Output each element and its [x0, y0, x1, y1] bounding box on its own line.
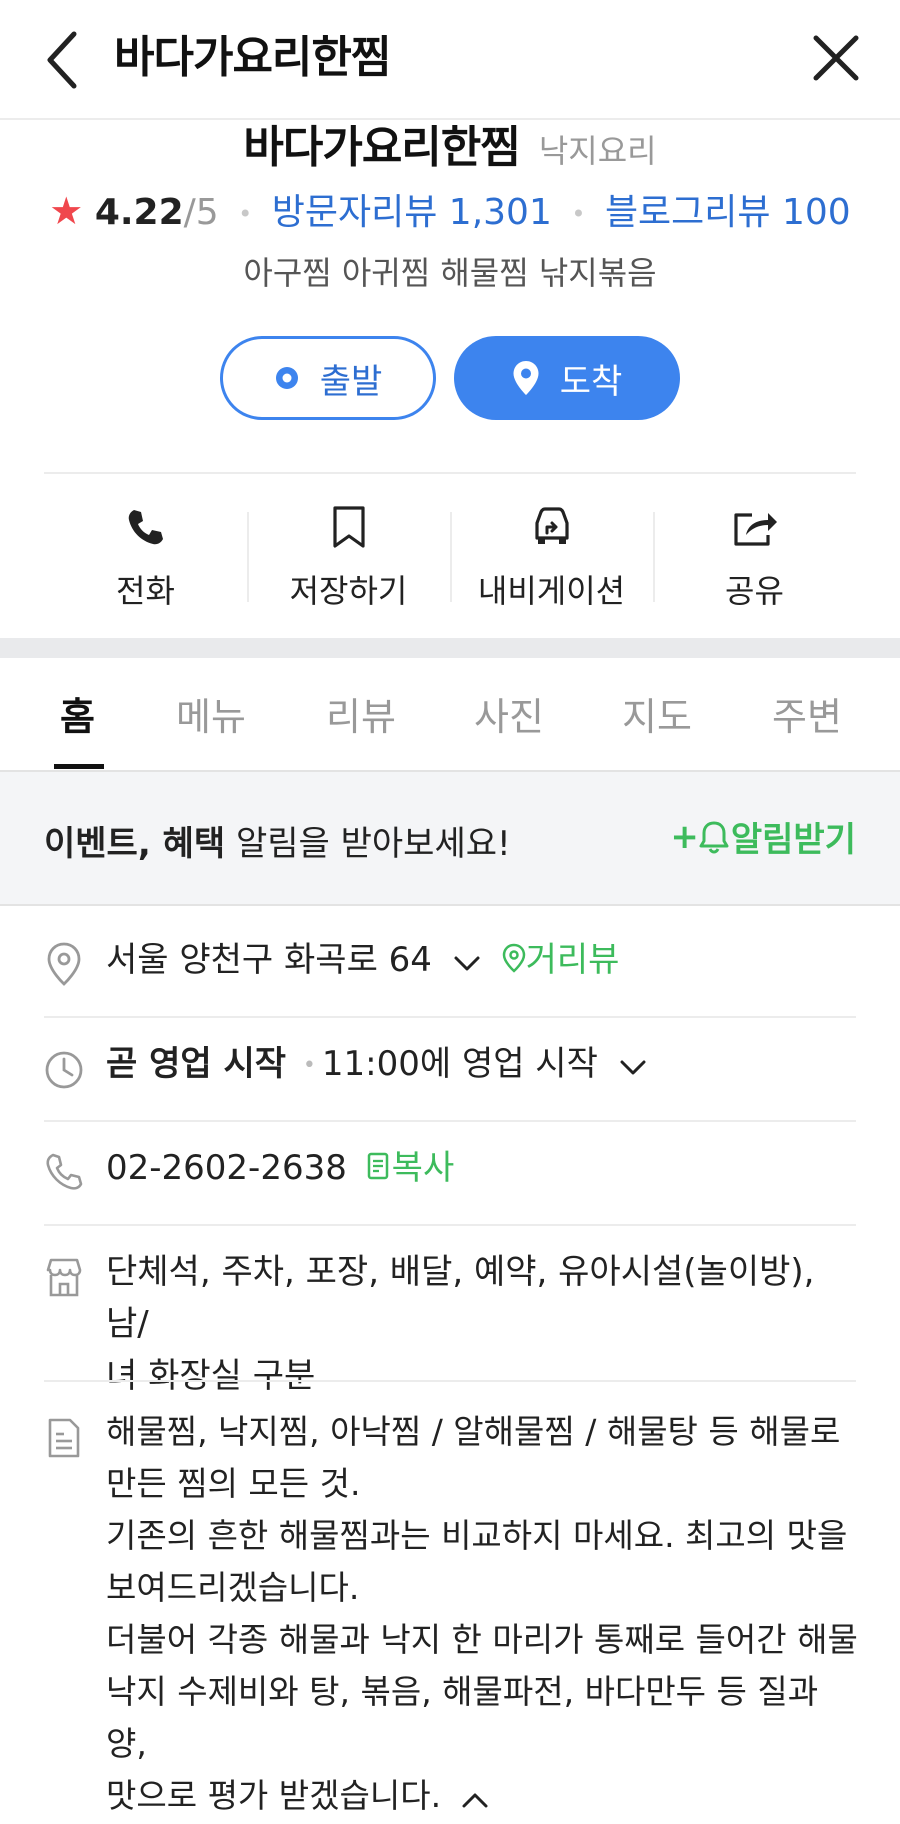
copy-icon: [366, 1144, 392, 1196]
street-view-icon: [502, 936, 526, 988]
share-icon: [732, 504, 778, 550]
bell-icon: [699, 821, 729, 854]
start-button[interactable]: 출발: [220, 336, 436, 420]
rating-row: ★ 4.22/5 • 방문자리뷰 1,301 • 블로그리뷰 100: [0, 186, 900, 239]
facilities-line-1: 단체석, 주차, 포장, 배달, 예약, 유아시설(놀이방), 남/: [106, 1252, 815, 1344]
store-icon: [46, 1258, 82, 1297]
place-tags: 아구찜 아귀찜 해물찜 낚지볶음: [243, 254, 657, 292]
divider: [44, 1380, 856, 1382]
separator-dot: •: [571, 200, 586, 228]
street-view-link[interactable]: 거리뷰: [526, 940, 620, 980]
facilities-text: 단체석, 주차, 포장, 배달, 예약, 유아시설(놀이방), 남/ 녀 화장실…: [106, 1246, 866, 1402]
location-pin-icon: [47, 942, 81, 986]
save-action[interactable]: 저장하기: [247, 482, 450, 632]
notification-bold-text: 이벤트, 혜택: [44, 824, 226, 864]
separator-dot: •: [238, 200, 253, 228]
tab-nearby[interactable]: 주변: [772, 686, 842, 741]
chevron-down-icon[interactable]: [453, 936, 481, 988]
phone-outline-icon: [46, 1153, 83, 1190]
divider: [44, 1120, 856, 1122]
navigation-action[interactable]: 내비게이션: [450, 482, 653, 632]
blog-review-link[interactable]: 블로그리뷰 100: [605, 192, 851, 233]
notification-plain-text: 알림을 받아보세요!: [225, 824, 511, 864]
subscribe-alert-button[interactable]: + 알림받기: [670, 812, 856, 861]
start-point-icon: [274, 365, 300, 391]
subscribe-alert-label: 알림받기: [730, 820, 856, 860]
description-body: 해물찜, 낙지찜, 아낙찜 / 알해물찜 / 해물탕 등 해물로 만든 찜의 모…: [106, 1412, 858, 1815]
tab-home[interactable]: 홈: [60, 686, 95, 741]
address-text: 서울 양천구 화곡로 64 거리뷰: [106, 934, 619, 988]
share-action[interactable]: 공유: [653, 482, 856, 632]
divider: [450, 512, 452, 602]
hours-text: 곧 영업 시작 • 11:00에 영업 시작: [106, 1038, 647, 1092]
tab-bar: 홈 메뉴 리뷰 사진 지도 주변: [0, 658, 900, 772]
rating-max: /5: [183, 192, 219, 233]
share-label: 공유: [725, 572, 784, 610]
chevron-down-icon[interactable]: [619, 1040, 647, 1092]
hours-status: 곧 영업 시작: [106, 1044, 287, 1084]
divider: [247, 512, 249, 602]
phone-icon: [126, 504, 166, 550]
phone-number[interactable]: 02-2602-2638: [106, 1148, 347, 1188]
navigation-label: 내비게이션: [477, 572, 626, 610]
copy-button[interactable]: 복사: [392, 1148, 455, 1188]
bookmark-icon: [332, 504, 366, 550]
close-icon[interactable]: [812, 34, 860, 82]
visitor-review-link[interactable]: 방문자리뷰 1,301: [272, 192, 552, 233]
save-label: 저장하기: [289, 572, 408, 610]
arrive-button[interactable]: 도착: [454, 336, 680, 420]
tab-review[interactable]: 리뷰: [326, 686, 396, 741]
place-category: 낙지요리: [538, 132, 657, 170]
clock-icon: [45, 1051, 83, 1089]
call-action[interactable]: 전화: [44, 482, 247, 632]
divider: [44, 1224, 856, 1226]
start-button-label: 출발: [319, 361, 383, 402]
arrive-button-label: 도착: [559, 361, 623, 402]
place-name: 바다가요리한찜: [243, 122, 520, 173]
place-title-row: 바다가요리한찜 낙지요리: [0, 118, 900, 187]
star-icon: ★: [49, 189, 84, 233]
separator-dot: •: [302, 1052, 316, 1078]
active-tab-indicator: [54, 764, 104, 769]
tab-menu[interactable]: 메뉴: [176, 686, 246, 741]
action-row: 전화 저장하기 내비게이션 공유: [44, 482, 856, 632]
car-navigation-icon: [529, 504, 575, 550]
chevron-up-icon[interactable]: [461, 1772, 489, 1824]
tab-photo[interactable]: 사진: [474, 686, 544, 741]
bell-icon-wrap: [699, 820, 731, 854]
document-icon: [48, 1418, 80, 1458]
divider: [653, 512, 655, 602]
map-pin-icon: [512, 360, 540, 396]
header-title: 바다가요리한찜: [114, 32, 391, 83]
divider: [44, 1016, 856, 1018]
rating-value: 4.22: [94, 192, 184, 233]
call-label: 전화: [116, 572, 175, 610]
tab-map[interactable]: 지도: [622, 686, 692, 741]
notification-banner: 이벤트, 혜택 알림을 받아보세요! + 알림받기: [0, 772, 900, 906]
notification-text: 이벤트, 혜택 알림을 받아보세요!: [44, 816, 511, 865]
plus-sign: +: [670, 816, 699, 857]
facilities-line-2: 녀 화장실 구분: [106, 1356, 316, 1396]
back-arrow-icon[interactable]: [44, 28, 84, 92]
hours-detail: 11:00에 영업 시작: [321, 1044, 598, 1084]
description-text: 해물찜, 낙지찜, 아낙찜 / 알해물찜 / 해물탕 등 해물로 만든 찜의 모…: [106, 1406, 866, 1824]
phone-text: 02-2602-2638 복사: [106, 1142, 454, 1196]
top-bar: 바다가요리한찜: [0, 0, 900, 120]
divider: [44, 472, 856, 474]
section-spacer: [0, 638, 900, 658]
address-value: 서울 양천구 화곡로 64: [106, 940, 432, 980]
